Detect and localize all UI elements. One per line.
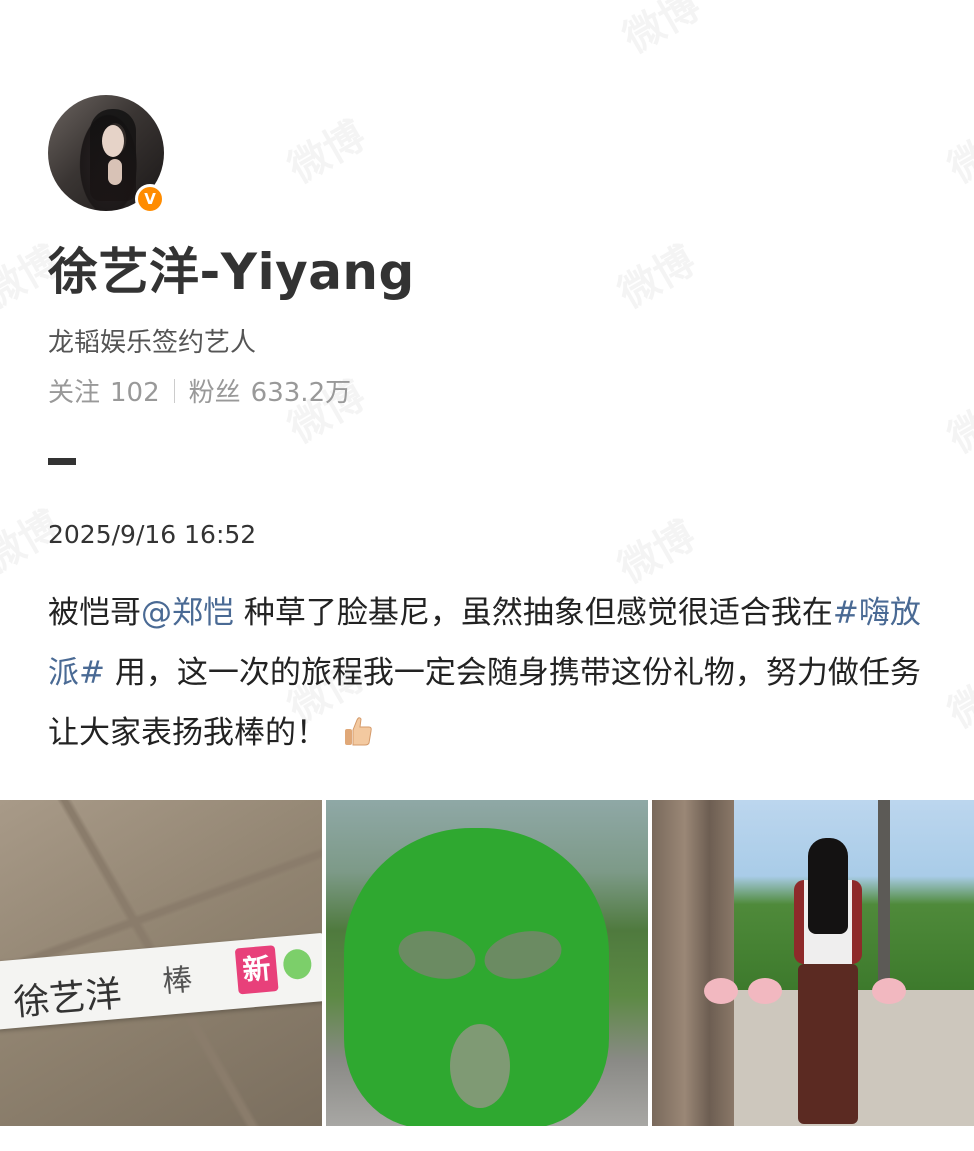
watermark: 微博 [606,229,704,319]
post-text-part3: 用，这一次的旅程我一定会随身携带这份礼物，努力做任务让大家表扬我棒的！ [48,655,921,751]
profile-stats: 关注 102 粉丝 633.2万 [48,372,351,409]
post-timestamp: 2025/9/16 16:52 [48,520,257,549]
following-label: 关注 [48,378,101,408]
sticker-icon [282,948,313,981]
watermark: 微博 [606,504,704,594]
section-divider [48,458,76,465]
post-text-part2: 种草了脸基尼，虽然抽象但感觉很适合我在 [234,595,833,631]
verified-badge-icon: V [135,184,165,214]
followers-count: 633.2万 [250,378,352,408]
photo-grid: 徐艺洋 棒 新 [0,800,974,1126]
post-text: 被恺哥@郑恺 种草了脸基尼，虽然抽象但感觉很适合我在#嗨放派# 用，这一次的旅程… [48,583,928,763]
photo-green-mask[interactable] [326,800,648,1126]
watermark: 微博 [936,374,974,464]
photo-nameplate[interactable]: 徐艺洋 棒 新 [0,800,322,1126]
balaclava [344,828,609,1126]
thumbs-up-icon [344,717,372,746]
following-count: 102 [110,378,160,408]
sticker-icon [872,978,906,1004]
username[interactable]: 徐艺洋-Yiyang [48,232,415,304]
stats-divider [173,378,175,403]
photo-window[interactable] [652,800,974,1126]
post-text-part1: 被恺哥 [48,595,141,631]
followers-label: 粉丝 [188,378,241,408]
nameplate-handwriting: 棒 [160,962,194,1000]
watermark: 微博 [276,104,374,194]
nameplate: 徐艺洋 棒 新 [0,932,322,1030]
watermark: 微博 [936,649,974,739]
new-tag: 新 [234,945,279,995]
watermark: 微博 [936,104,974,194]
bio: 龙韬娱乐签约艺人 [48,328,257,358]
sticker-icon [704,978,738,1004]
nameplate-name: 徐艺洋 [11,973,124,1025]
mention-link[interactable]: @郑恺 [141,595,234,631]
following-stat[interactable]: 关注 102 [48,372,160,409]
followers-stat[interactable]: 粉丝 633.2万 [189,372,351,409]
watermark: 微博 [611,0,709,64]
sticker-icon [748,978,782,1004]
